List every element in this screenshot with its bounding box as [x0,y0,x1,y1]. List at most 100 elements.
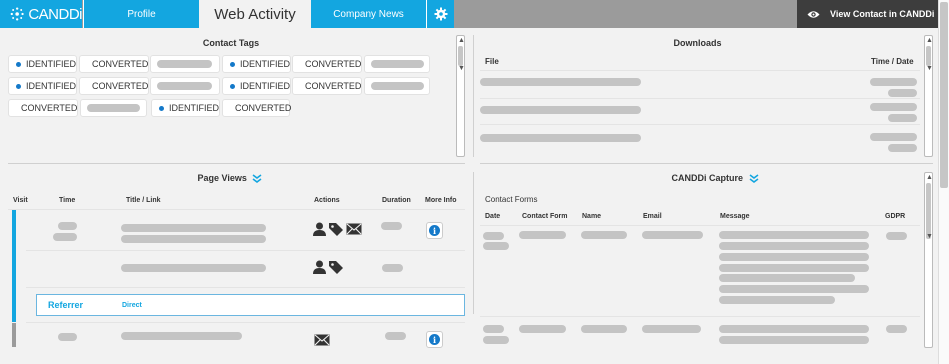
page-views-title[interactable]: Page Views [180,173,280,184]
downloads-title: Downloads [673,38,722,48]
visit-indicator-active [12,210,16,322]
column-divider [473,35,474,157]
message-redacted [719,285,869,293]
col-actions: Actions [314,197,340,204]
tag-redacted[interactable] [80,99,147,117]
date-redacted [483,325,504,333]
scroll-up-icon[interactable]: ▲ [926,37,933,44]
double-chevron-down-icon[interactable] [749,174,759,184]
col-visit: Visit [13,197,28,204]
tag-converted[interactable]: CONVERTED [292,55,362,73]
tab-profile[interactable]: Profile [83,0,199,28]
page-scrollbar-thumb[interactable] [940,2,948,188]
double-chevron-down-icon[interactable] [252,174,262,184]
scroll-up-icon[interactable]: ▲ [458,37,465,44]
download-time-redacted [870,103,917,111]
message-redacted [719,296,835,304]
scroll-thumb[interactable] [926,46,931,66]
email-redacted [642,325,701,333]
tag-identified[interactable]: IDENTIFIED [151,99,220,117]
more-info-button[interactable]: i [426,222,443,239]
col-title-link: Title / Link [126,197,161,204]
column-divider [473,172,474,314]
contact-forms-subtitle: Contact Forms [485,195,538,204]
redacted-bar [87,104,140,112]
eye-icon [807,10,820,18]
message-redacted [719,336,869,344]
tag-dot [159,105,164,111]
tag-redacted[interactable] [150,77,220,95]
section-divider [480,163,933,164]
scroll-down-icon[interactable]: ▼ [458,65,465,72]
user-icon[interactable] [313,260,326,274]
col-contact-form: Contact Form [522,213,568,220]
downloads-scrollbar[interactable]: ▲ ▼ [924,35,933,157]
capture-scrollbar[interactable]: ▲ ▼ [924,172,933,348]
envelope-icon[interactable] [346,223,362,235]
page-title-redacted[interactable] [121,224,266,232]
gdpr-redacted [886,325,907,333]
time-redacted [58,222,77,230]
tag-icon[interactable] [328,260,344,274]
capture-title-text: CANDDi Capture [671,173,743,183]
download-file-redacted[interactable] [480,106,641,114]
scroll-down-icon[interactable]: ▼ [926,65,933,72]
user-icon[interactable] [313,222,326,236]
more-info-button[interactable]: i [426,331,443,348]
row-divider [26,322,465,323]
scroll-thumb[interactable] [458,46,463,66]
tag-identified[interactable]: IDENTIFIED [222,77,291,95]
gdpr-redacted [886,232,907,240]
tag-redacted[interactable] [364,55,430,73]
tag-converted[interactable]: CONVERTED [79,55,149,73]
tag-label: IDENTIFIED [25,81,76,91]
view-contact-button[interactable]: View Contact in CANDDi [797,0,938,28]
scroll-thumb[interactable] [926,183,931,239]
tag-redacted[interactable] [364,77,430,95]
tag-identified[interactable]: IDENTIFIED [8,77,77,95]
tag-label: CONVERTED [92,81,149,91]
scroll-down-icon[interactable]: ▼ [926,233,933,240]
tag-label: CONVERTED [305,81,362,91]
tag-label: IDENTIFIED [168,103,219,113]
message-redacted [719,253,869,261]
redacted-bar [157,82,212,90]
col-name: Name [582,213,602,220]
download-file-redacted[interactable] [480,134,641,142]
tab-company-news[interactable]: Company News [311,0,426,28]
logo-text: CANDDi [28,5,82,23]
scroll-up-icon[interactable]: ▲ [926,174,933,181]
tag-label: IDENTIFIED [239,59,290,69]
col-time: Time [59,197,76,204]
page-link-redacted[interactable] [121,332,242,340]
tag-converted[interactable]: CONVERTED [8,99,78,117]
tab-web-activity[interactable]: Web Activity [199,0,311,28]
page-link-redacted[interactable] [121,264,266,272]
tag-converted[interactable]: CONVERTED [222,99,291,117]
view-contact-label: View Contact in CANDDi [830,9,935,19]
capture-title[interactable]: CANDDi Capture [640,173,790,184]
envelope-icon[interactable] [314,334,330,346]
info-icon: i [429,334,440,345]
col-date: Date [485,213,501,220]
page-scrollbar[interactable] [938,0,949,364]
tag-redacted[interactable] [150,55,220,73]
settings-button[interactable] [426,0,454,28]
tag-identified[interactable]: IDENTIFIED [8,55,77,73]
tag-identified[interactable]: IDENTIFIED [222,55,291,73]
tag-converted[interactable]: CONVERTED [79,77,149,95]
contact-tags-scrollbar[interactable]: ▲ ▼ [456,35,465,157]
contact-tags-title: Contact Tags [202,38,260,48]
row-divider [480,225,920,226]
message-redacted [719,242,869,250]
tag-converted[interactable]: CONVERTED [292,77,362,95]
duration-redacted [385,332,406,340]
referrer-row: Referrer Direct [36,294,465,316]
message-redacted [719,274,855,282]
page-link-redacted[interactable] [121,235,266,243]
form-redacted [519,325,566,333]
download-file-redacted[interactable] [480,78,641,86]
name-redacted [581,325,627,333]
tag-icon[interactable] [328,222,344,236]
redacted-bar [157,60,212,68]
